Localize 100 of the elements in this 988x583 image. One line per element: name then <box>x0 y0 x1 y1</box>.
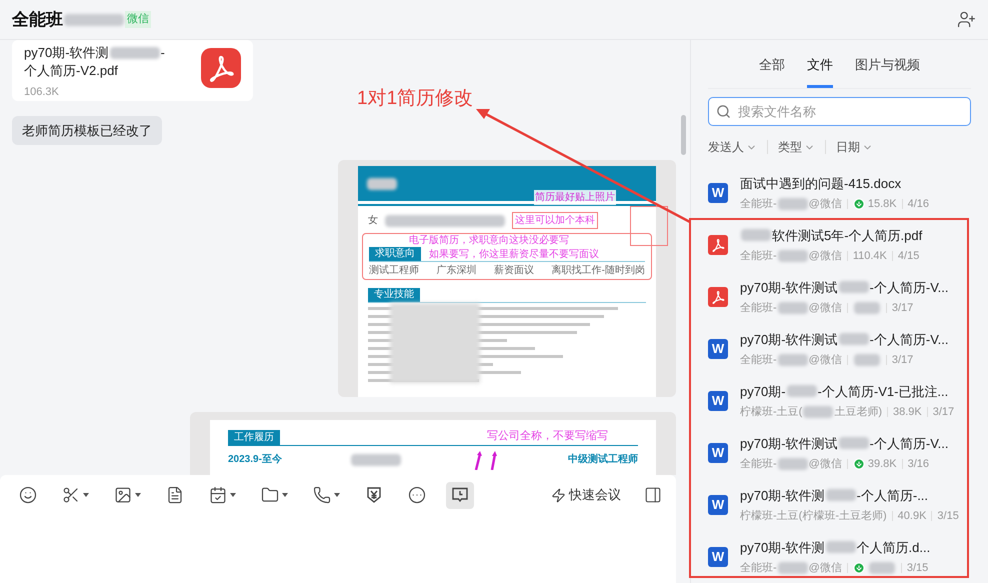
redaction-blur <box>778 302 808 314</box>
work-period: 2023.9-至今 <box>228 452 282 467</box>
tab[interactable]: 文件 <box>807 55 833 88</box>
file-name: py70期-软件测试 <box>740 434 838 453</box>
file-name: -个人简历-V... <box>870 330 949 348</box>
file-size: 39.8K <box>868 457 897 472</box>
wechat-tag: 微信 <box>125 11 151 28</box>
redaction-blur <box>110 47 160 59</box>
file-size: 110.4K <box>852 249 887 264</box>
folder-icon <box>261 486 279 504</box>
scrollbar-thumb[interactable] <box>681 115 686 155</box>
file-list-item[interactable]: py70期-软件测试 -个人简历-V... 全能班- @微信 3/17 <box>708 271 971 323</box>
quick-meeting-button[interactable]: 快速会议 <box>551 485 621 505</box>
redaction-blur <box>854 302 880 314</box>
intent-item: 离职找工作-随时到岗 <box>552 264 645 277</box>
caret-icon <box>83 493 89 497</box>
file-list-item[interactable]: W py70期-软件测试 -个人简历-V... 全能班- @微信 3/17 <box>708 323 971 375</box>
gender-label: 女 <box>368 214 378 228</box>
resume-image[interactable]: 工作履历 写公司全称，不要写缩写 2023.9-至今 中级测试工程师 <box>190 412 676 475</box>
section-heading: 专业技能 <box>368 288 420 302</box>
word-icon: W <box>708 495 728 515</box>
word-icon: W <box>708 443 728 463</box>
file-sender: @微信 <box>808 197 842 212</box>
redaction-blur <box>778 562 808 574</box>
filter-dropdown[interactable]: 发送人 <box>708 138 757 156</box>
file-date: 3/15 <box>906 561 928 576</box>
calendar-icon <box>209 486 227 504</box>
section-heading: 求职意向 <box>369 247 421 261</box>
redaction-blur <box>838 333 869 346</box>
file-name: -个人简历-... <box>856 486 928 504</box>
redaction-blur <box>64 14 124 26</box>
redaction-blur <box>778 250 808 262</box>
file-sender: 全能班- <box>740 249 777 264</box>
redaction-blur <box>826 541 856 554</box>
file-list-item[interactable]: W py70期-软件测试 -个人简历-V... 全能班- @微信 39.8K 3/16 <box>708 427 971 479</box>
caret-icon <box>334 493 340 497</box>
caret-icon <box>282 493 288 497</box>
word-icon: W <box>708 339 728 359</box>
redaction-blur <box>778 458 808 470</box>
photo-highlight <box>630 206 668 246</box>
file-sender: 柠檬班-土豆( <box>740 404 802 420</box>
file-list-item[interactable]: W 面试中遇到的问题-415.docx 全能班- @微信 15.8K 4/16 <box>708 167 971 219</box>
file-date: 4/16 <box>908 197 930 212</box>
word-icon: W <box>708 547 728 567</box>
redaction-blur <box>854 354 880 366</box>
search-field[interactable]: 搜索文件名称 <box>708 96 971 126</box>
file-list-item[interactable]: W py70期-软件测 -个人简历-... 柠檬班-土豆(柠檬班-土豆老师) 40.9K 3/15 <box>708 479 971 531</box>
file-size: 38.9K <box>893 405 922 420</box>
redaction-blur <box>803 406 834 418</box>
file-list-item[interactable]: W py70期-软件测 个人简历.d... 全能班- @微信 3/15 <box>708 531 971 583</box>
file-sender: @微信 <box>808 561 842 576</box>
job-role: 中级测试工程师 <box>568 452 638 467</box>
file-sender: 柠檬班-土豆(柠檬班-土豆老师) <box>740 508 887 524</box>
file-name: 软件测试5年-个人简历.pdf <box>772 226 922 245</box>
file-sender: @微信 <box>808 249 842 264</box>
file-date: 3/15 <box>937 509 959 524</box>
redaction-blur <box>868 562 895 574</box>
file-name: py70期- <box>740 382 786 401</box>
degree-note: 这里可以加个本科 <box>512 212 598 229</box>
chat-title: 全能班 <box>12 8 63 31</box>
file-sender: @微信 <box>808 457 842 472</box>
pdf-icon <box>201 48 241 88</box>
file-list-item[interactable]: W py70期- -个人简历-V1-已批注... 柠檬班-土豆( 土豆老师) 38.9K 3/17 <box>708 375 971 427</box>
file-name: - <box>160 44 165 62</box>
redaction-blur <box>778 354 808 366</box>
file-card[interactable]: py70期-软件测 - 个人简历-V2.pdf 106.3K <box>12 40 253 100</box>
tab[interactable]: 图片与视频 <box>855 55 920 88</box>
redaction-blur <box>838 281 869 294</box>
filter-dropdown[interactable]: 类型 <box>778 138 815 156</box>
file-sender: 全能班- <box>740 561 777 576</box>
pdf-icon <box>708 287 728 307</box>
intent-note: 电子版简历，求职意向这块没必要写 <box>408 234 570 247</box>
intent-item: 薪资面议 <box>494 264 534 277</box>
caret-icon <box>135 493 141 497</box>
tab[interactable]: 全部 <box>759 55 785 88</box>
filter-dropdown[interactable]: 日期 <box>836 138 873 156</box>
file-sender: 全能班- <box>740 301 777 316</box>
phone-icon <box>313 486 331 504</box>
lightning-icon <box>551 488 566 502</box>
word-icon: W <box>708 183 728 203</box>
redaction-blur <box>838 437 869 450</box>
file-date: 3/17 <box>892 301 914 316</box>
more-icon <box>408 486 426 504</box>
redaction-blur <box>350 454 401 466</box>
file-list-item[interactable]: 软件测试5年-个人简历.pdf 全能班- @微信 110.4K 4/15 <box>708 219 971 271</box>
resume-image[interactable]: 女 这里可以加个本科 电子版简历，求职意向这块没必要写 求职意向 如果要写，你这里薪资尽量不要写面议 测试工程师 广东深圳 薪资面议 离职找工作-随时到岗 专业技能 简历最好贴上照片 <box>338 160 676 397</box>
annotation-label: 1对1简历修改 <box>357 87 474 111</box>
emoji-icon <box>19 486 37 504</box>
file-size: 15.8K <box>868 197 897 212</box>
file-size: 106.3K <box>24 85 60 100</box>
file-name: -个人简历-V1-已批注... <box>818 382 948 400</box>
file-size: 40.9K <box>898 509 926 524</box>
side-panel-icon[interactable] <box>644 486 662 504</box>
toolbar-button[interactable] <box>446 482 474 508</box>
file-date: 4/15 <box>898 249 920 264</box>
file-name: py70期-软件测 <box>24 44 109 62</box>
add-member-icon[interactable] <box>957 10 976 29</box>
file-sender: 全能班- <box>740 197 777 212</box>
file-sender: 全能班- <box>740 457 777 472</box>
redaction-blur <box>826 489 856 502</box>
